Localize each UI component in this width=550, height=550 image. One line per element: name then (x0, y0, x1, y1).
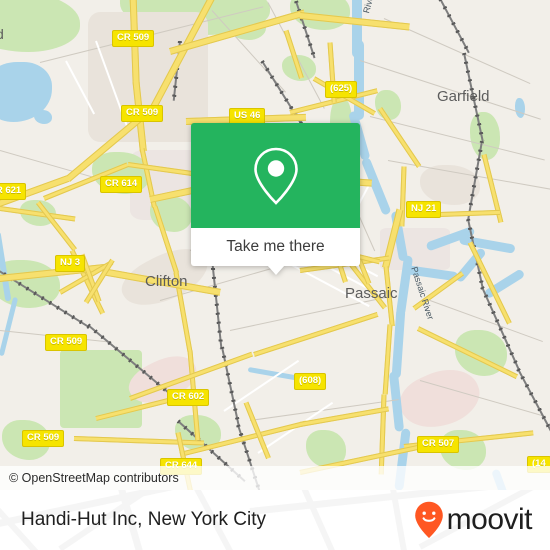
highway (439, 209, 501, 217)
water-body (515, 98, 525, 118)
road-shield: CR 621 (0, 183, 27, 200)
card-pointer-tail (266, 265, 285, 275)
road-shield: CR 509 (45, 334, 88, 351)
place-label: Garfield (437, 88, 490, 105)
highway (253, 311, 379, 357)
place-label: Clifton (145, 273, 188, 290)
place-label: Passaic (345, 285, 398, 302)
place-title: Handi-Hut Inc, New York City (21, 509, 266, 530)
card-body[interactable]: Take me there (191, 228, 360, 275)
river-label: River (361, 0, 377, 15)
road-shield: (608) (294, 373, 327, 390)
road-shield: CR 509 (22, 430, 65, 447)
road-shield: CR 614 (100, 176, 143, 193)
edge-place-label: d (0, 26, 4, 42)
road-shield: CR 507 (417, 436, 460, 453)
highway (377, 107, 422, 168)
railway (211, 258, 223, 349)
park-area (0, 0, 80, 52)
road-shield: NJ 3 (55, 255, 86, 272)
footer-bar: Handi-Hut Inc, New York City moovit (0, 490, 550, 550)
railway (435, 0, 470, 54)
road-shield: (625) (325, 81, 358, 98)
water-body (34, 110, 52, 124)
map-pin-icon (253, 147, 298, 205)
road-shield: CR 509 (121, 105, 164, 122)
map-attribution: © OpenStreetMap contributors (0, 466, 550, 490)
road-shield: CR 602 (167, 389, 210, 406)
moovit-pin-smile-icon (414, 501, 443, 538)
moovit-logo[interactable]: moovit (414, 501, 533, 539)
take-me-there-label: Take me there (226, 238, 325, 255)
take-me-there-card[interactable]: Take me there (191, 123, 360, 275)
highway (36, 200, 77, 252)
railway (517, 368, 550, 441)
attribution-text: © OpenStreetMap contributors (9, 471, 179, 485)
road-shield: NJ 21 (406, 201, 442, 218)
moovit-wordmark: moovit (446, 503, 533, 536)
map-screenshot: Garfield Clifton Passaic River Passaic R… (0, 0, 550, 550)
road-shield: CR 509 (112, 30, 155, 47)
card-header (191, 123, 360, 228)
river (0, 296, 19, 357)
river (360, 156, 392, 216)
park-area (470, 112, 500, 160)
